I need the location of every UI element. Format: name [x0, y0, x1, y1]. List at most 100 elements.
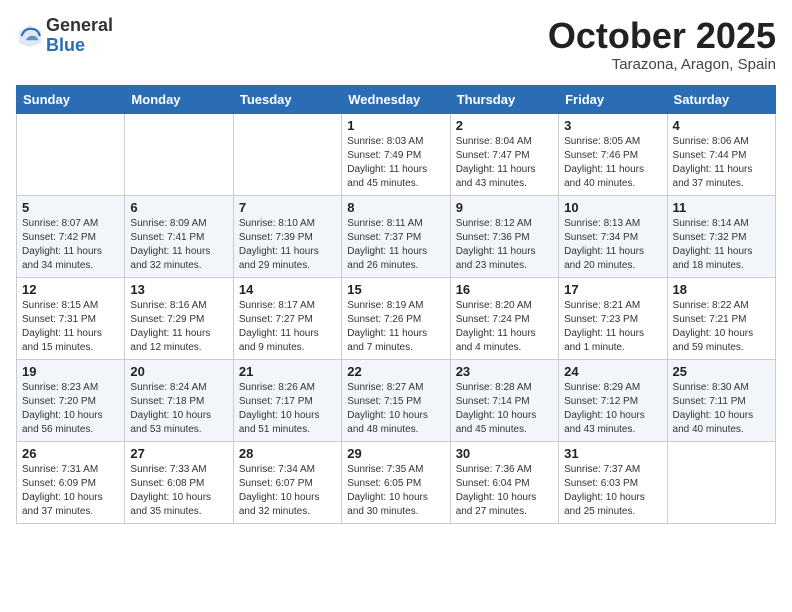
calendar-header-row: Sunday Monday Tuesday Wednesday Thursday… [17, 85, 776, 113]
table-row: 18 Sunrise: 8:22 AM Sunset: 7:21 PM Dayli… [667, 277, 775, 359]
day-number: 22 [347, 364, 444, 379]
table-row [17, 113, 125, 195]
table-row: 29Sunrise: 7:35 AM Sunset: 6:05 PM Dayli… [342, 441, 450, 523]
day-info: Sunrise: 8:07 AM Sunset: 7:42 PM Dayligh… [22, 217, 119, 273]
day-info: Sunrise: 8:22 AM Sunset: 7:21 PM Dayligh… [673, 299, 770, 355]
day-info: Sunrise: 8:11 AM Sunset: 7:37 PM Dayligh… [347, 217, 444, 273]
col-thursday: Thursday [450, 85, 558, 113]
day-info: Sunrise: 8:06 AM Sunset: 7:44 PM Dayligh… [673, 135, 770, 191]
day-number: 11 [673, 200, 770, 215]
day-number: 23 [456, 364, 553, 379]
table-row [233, 113, 341, 195]
day-info: Sunrise: 8:30 AM Sunset: 7:11 PM Dayligh… [673, 381, 770, 437]
title-block: October 2025 Tarazona, Aragon, Spain [548, 16, 776, 73]
col-sunday: Sunday [17, 85, 125, 113]
table-row: 30Sunrise: 7:36 AM Sunset: 6:04 PM Dayli… [450, 441, 558, 523]
day-info: Sunrise: 8:27 AM Sunset: 7:15 PM Dayligh… [347, 381, 444, 437]
day-info: Sunrise: 8:26 AM Sunset: 7:17 PM Dayligh… [239, 381, 336, 437]
day-number: 4 [673, 118, 770, 133]
day-info: Sunrise: 8:05 AM Sunset: 7:46 PM Dayligh… [564, 135, 661, 191]
calendar-week-row: 26 Sunrise: 7:31 AM Sunset: 6:09 PM Dayli… [17, 441, 776, 523]
day-number: 8 [347, 200, 444, 215]
day-info: Sunrise: 8:09 AM Sunset: 7:41 PM Dayligh… [130, 217, 227, 273]
day-info: Sunrise: 8:10 AM Sunset: 7:39 PM Dayligh… [239, 217, 336, 273]
col-wednesday: Wednesday [342, 85, 450, 113]
day-info: Sunrise: 8:29 AM Sunset: 7:12 PM Dayligh… [564, 381, 661, 437]
day-number: 30 [456, 446, 553, 461]
day-number: 19 [22, 364, 119, 379]
day-number: 15 [347, 282, 444, 297]
day-number: 14 [239, 282, 336, 297]
day-number: 13 [130, 282, 227, 297]
table-row: 27Sunrise: 7:33 AM Sunset: 6:08 PM Dayli… [125, 441, 233, 523]
table-row: 4 Sunrise: 8:06 AM Sunset: 7:44 PM Daylig… [667, 113, 775, 195]
table-row: 13 Sunrise: 8:16 AM Sunset: 7:29 PM Dayli… [125, 277, 233, 359]
table-row: 14 Sunrise: 8:17 AM Sunset: 7:27 PM Dayli… [233, 277, 341, 359]
table-row: 16Sunrise: 8:20 AM Sunset: 7:24 PM Dayli… [450, 277, 558, 359]
day-number: 21 [239, 364, 336, 379]
day-number: 28 [239, 446, 336, 461]
logo-general: General [46, 16, 113, 36]
day-number: 27 [130, 446, 227, 461]
table-row: 21 Sunrise: 8:26 AM Sunset: 7:17 PM Dayli… [233, 359, 341, 441]
day-number: 25 [673, 364, 770, 379]
location: Tarazona, Aragon, Spain [548, 56, 776, 73]
day-number: 12 [22, 282, 119, 297]
day-info: Sunrise: 8:28 AM Sunset: 7:14 PM Dayligh… [456, 381, 553, 437]
table-row [125, 113, 233, 195]
table-row: 24 Sunrise: 8:29 AM Sunset: 7:12 PM Dayli… [559, 359, 667, 441]
day-info: Sunrise: 8:19 AM Sunset: 7:26 PM Dayligh… [347, 299, 444, 355]
day-number: 24 [564, 364, 661, 379]
day-number: 3 [564, 118, 661, 133]
table-row: 25 Sunrise: 8:30 AM Sunset: 7:11 PM Dayli… [667, 359, 775, 441]
day-number: 2 [456, 118, 553, 133]
table-row: 28 Sunrise: 7:34 AM Sunset: 6:07 PM Dayli… [233, 441, 341, 523]
table-row: 10Sunrise: 8:13 AM Sunset: 7:34 PM Dayli… [559, 195, 667, 277]
day-number: 1 [347, 118, 444, 133]
table-row: 6 Sunrise: 8:09 AM Sunset: 7:41 PM Daylig… [125, 195, 233, 277]
table-row: 15 Sunrise: 8:19 AM Sunset: 7:26 PM Dayli… [342, 277, 450, 359]
col-saturday: Saturday [667, 85, 775, 113]
day-info: Sunrise: 8:16 AM Sunset: 7:29 PM Dayligh… [130, 299, 227, 355]
table-row: 9Sunrise: 8:12 AM Sunset: 7:36 PM Daylig… [450, 195, 558, 277]
table-row [667, 441, 775, 523]
table-row: 2Sunrise: 8:04 AM Sunset: 7:47 PM Daylig… [450, 113, 558, 195]
day-info: Sunrise: 7:31 AM Sunset: 6:09 PM Dayligh… [22, 463, 119, 519]
page-container: General Blue October 2025 Tarazona, Arag… [0, 0, 792, 534]
day-info: Sunrise: 8:17 AM Sunset: 7:27 PM Dayligh… [239, 299, 336, 355]
day-number: 26 [22, 446, 119, 461]
table-row: 7 Sunrise: 8:10 AM Sunset: 7:39 PM Daylig… [233, 195, 341, 277]
day-number: 18 [673, 282, 770, 297]
logo: General Blue [16, 16, 113, 56]
table-row: 23 Sunrise: 8:28 AM Sunset: 7:14 PM Dayli… [450, 359, 558, 441]
table-row: 26 Sunrise: 7:31 AM Sunset: 6:09 PM Dayli… [17, 441, 125, 523]
day-number: 5 [22, 200, 119, 215]
day-info: Sunrise: 8:20 AM Sunset: 7:24 PM Dayligh… [456, 299, 553, 355]
logo-text: General Blue [46, 16, 113, 56]
day-info: Sunrise: 8:03 AM Sunset: 7:49 PM Dayligh… [347, 135, 444, 191]
col-friday: Friday [559, 85, 667, 113]
day-info: Sunrise: 7:34 AM Sunset: 6:07 PM Dayligh… [239, 463, 336, 519]
day-number: 9 [456, 200, 553, 215]
day-number: 6 [130, 200, 227, 215]
day-info: Sunrise: 8:15 AM Sunset: 7:31 PM Dayligh… [22, 299, 119, 355]
table-row: 11Sunrise: 8:14 AM Sunset: 7:32 PM Dayli… [667, 195, 775, 277]
day-number: 7 [239, 200, 336, 215]
table-row: 20Sunrise: 8:24 AM Sunset: 7:18 PM Dayli… [125, 359, 233, 441]
col-monday: Monday [125, 85, 233, 113]
day-number: 17 [564, 282, 661, 297]
day-number: 10 [564, 200, 661, 215]
day-info: Sunrise: 8:23 AM Sunset: 7:20 PM Dayligh… [22, 381, 119, 437]
day-number: 20 [130, 364, 227, 379]
logo-icon [16, 22, 44, 50]
calendar-week-row: 5 Sunrise: 8:07 AM Sunset: 7:42 PM Daylig… [17, 195, 776, 277]
table-row: 19 Sunrise: 8:23 AM Sunset: 7:20 PM Dayli… [17, 359, 125, 441]
table-row: 31Sunrise: 7:37 AM Sunset: 6:03 PM Dayli… [559, 441, 667, 523]
day-info: Sunrise: 8:21 AM Sunset: 7:23 PM Dayligh… [564, 299, 661, 355]
col-tuesday: Tuesday [233, 85, 341, 113]
calendar-table: Sunday Monday Tuesday Wednesday Thursday… [16, 85, 776, 524]
table-row: 8 Sunrise: 8:11 AM Sunset: 7:37 PM Daylig… [342, 195, 450, 277]
calendar-week-row: 1 Sunrise: 8:03 AM Sunset: 7:49 PM Daylig… [17, 113, 776, 195]
page-header: General Blue October 2025 Tarazona, Arag… [16, 16, 776, 73]
table-row: 3 Sunrise: 8:05 AM Sunset: 7:46 PM Daylig… [559, 113, 667, 195]
